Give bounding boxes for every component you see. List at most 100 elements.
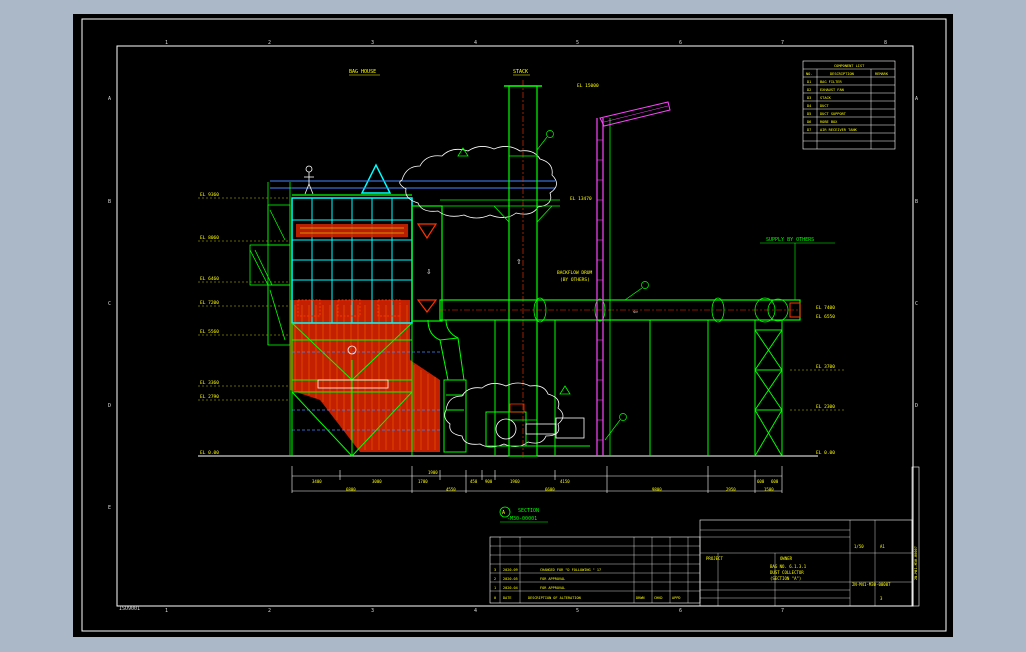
col-number: 8 <box>884 40 887 46</box>
rev-cell: 0 <box>494 596 496 600</box>
col-number: 1 <box>165 40 168 46</box>
cad-drawing-viewport[interactable]: 1 2 3 4 5 6 7 8 1 2 3 4 5 6 7 A B C D E … <box>0 0 1026 652</box>
table-cell: D6 <box>807 120 811 124</box>
table-cell: D7 <box>807 128 811 132</box>
dimension-value: 600 <box>757 479 765 484</box>
table-cell: D2 <box>807 88 811 92</box>
table-header: REMARK <box>875 72 889 76</box>
drawing-number: 2N-M41-M30-00007 <box>852 582 891 587</box>
rev-cell: 1 <box>494 586 496 590</box>
drawing-title-line: BAG NO. 6.1.3.1 <box>770 564 807 569</box>
elevation-label: EL 5560 <box>200 329 219 335</box>
duct-note: (BY OTHERS) <box>560 277 590 283</box>
dimension-value: 1900 <box>428 470 438 475</box>
rev-cell: 2020.04 <box>503 586 518 590</box>
dimension-value: 6800 <box>346 487 356 492</box>
rev-cell: DESCRIPTION OF ALTERATION <box>528 596 581 600</box>
duct-note: BACKFLOW DRUM <box>557 270 593 276</box>
rev-cell: FOR APPROVAL <box>540 577 565 581</box>
elevation-label: EL 2790 <box>200 394 219 400</box>
stack-elevation-2: EL 13470 <box>570 196 592 202</box>
table-cell: STACK <box>820 96 832 100</box>
table-cell: D4 <box>807 104 811 108</box>
col-number: 6 <box>679 608 682 614</box>
rev-cell: CHANGED FOR "D FOLLOWING " 17 <box>540 568 601 572</box>
table-cell: DUCT SUPPORT <box>820 112 847 116</box>
scale-value: 1/50 <box>854 544 864 549</box>
col-number: 5 <box>576 608 579 614</box>
col-number: 4 <box>474 608 477 614</box>
bag-house-label: BAG HOUSE <box>349 69 376 75</box>
section-letter: A <box>502 510 505 516</box>
dimension-value: 450 <box>470 479 478 484</box>
elevation-label: EL 8060 <box>200 235 219 241</box>
rev-cell: APPD <box>672 596 680 600</box>
row-letter: D <box>108 403 111 409</box>
dimension-value: 900 <box>485 479 493 484</box>
dimension-value: 1500 <box>764 487 774 492</box>
col-number: 7 <box>781 40 784 46</box>
row-letter: A <box>108 96 111 102</box>
rev-cell: 2020.05 <box>503 577 518 581</box>
elevation-label: EL 6460 <box>200 276 219 282</box>
table-cell: DUCT <box>820 104 829 108</box>
section-ref: -M30-00001 <box>507 516 537 522</box>
table-cell: EXHAUST FAN <box>820 88 844 92</box>
corner-note: ISO9001 <box>119 606 140 612</box>
row-letter: B <box>108 199 111 205</box>
drawing-title-line: (SECTION "A") <box>770 576 801 581</box>
table-header: NO. <box>806 72 813 76</box>
row-letter: C <box>915 301 918 307</box>
elevation-label: EL 0.00 <box>200 450 219 456</box>
rev-cell: 3 <box>494 568 496 572</box>
rev-cell: CHKD <box>654 596 662 600</box>
rev-cell: 2020.09 <box>503 568 518 572</box>
table-cell: D3 <box>807 96 811 100</box>
col-number: 1 <box>165 608 168 614</box>
sheet-size: A1 <box>880 544 885 549</box>
elevation-label: EL 9360 <box>200 192 219 198</box>
dimension-value: 2950 <box>726 487 736 492</box>
table-header: DESCRIPTION <box>830 72 854 76</box>
table-cell: D1 <box>807 80 811 84</box>
elevation-label: EL 2300 <box>816 404 835 410</box>
project-label: PROJECT <box>706 556 723 561</box>
col-number: 6 <box>679 40 682 46</box>
flow-arrow-icon: ⇩ <box>426 267 431 277</box>
side-drawing-number: 2N-M41-M30-00007 <box>914 546 918 580</box>
row-letter: B <box>915 199 918 205</box>
col-number: 5 <box>576 40 579 46</box>
elevation-label: EL 7200 <box>200 300 219 306</box>
dimension-value: 3000 <box>372 479 382 484</box>
dimension-value: 4150 <box>560 479 570 484</box>
owner-label: OWNER <box>780 556 793 561</box>
section-title: SECTION <box>518 508 539 514</box>
rev-cell: FOR APPROVAL <box>540 586 565 590</box>
stack-top-elevation: EL 15000 <box>577 83 599 89</box>
rev-cell: DRWN <box>636 596 644 600</box>
row-letter: D <box>915 403 918 409</box>
table-cell: AIR RECEIVER TANK <box>820 128 858 132</box>
col-number: 7 <box>781 608 784 614</box>
row-letter: C <box>108 301 111 307</box>
dimension-value: 6600 <box>545 487 555 492</box>
dimension-value: 1960 <box>510 479 520 484</box>
dimension-value: 9800 <box>652 487 662 492</box>
flow-arrow-icon: ⇧ <box>516 257 521 267</box>
flow-arrow-icon: ⇦ <box>633 307 638 316</box>
table-cell: BAG FILTER <box>820 80 842 84</box>
elevation-label: EL 3360 <box>200 380 219 386</box>
dimension-value: 4550 <box>446 487 456 492</box>
elevation-label: EL 0.00 <box>816 450 835 456</box>
row-letter: E <box>108 505 111 511</box>
supply-by-others-label: SUPPLY BY OTHERS <box>766 237 814 243</box>
table-title: COMPONENT LIST <box>834 64 865 68</box>
col-number: 2 <box>268 40 271 46</box>
rev-cell: DATE <box>503 596 511 600</box>
dimension-value: 600 <box>771 479 779 484</box>
elevation-label: EL 6550 <box>816 314 835 320</box>
elevation-label: EL 7400 <box>816 305 835 311</box>
col-number: 4 <box>474 40 477 46</box>
dimension-value: 3400 <box>312 479 322 484</box>
dimension-value: 1700 <box>418 479 428 484</box>
